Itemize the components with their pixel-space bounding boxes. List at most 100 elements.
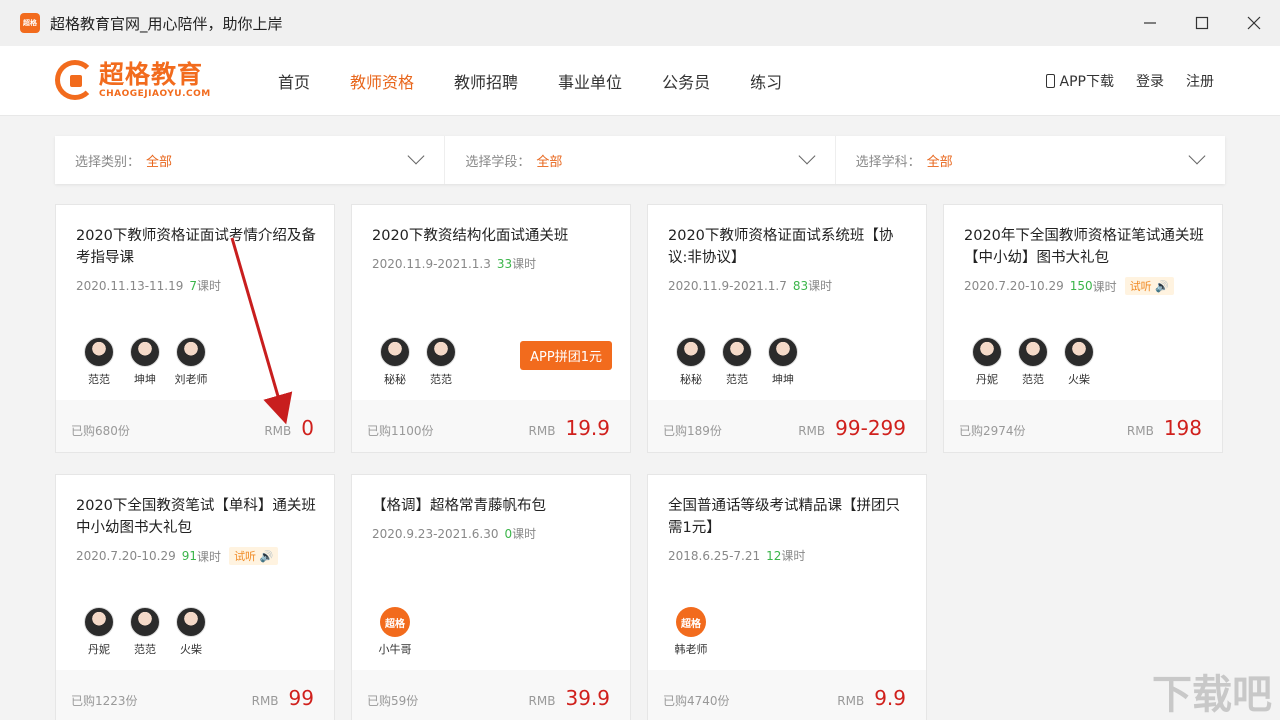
teacher[interactable]: 范范	[714, 337, 760, 387]
sold-count: 已购4740份	[663, 694, 730, 708]
course-card[interactable]: 2020下教资结构化面试通关班 2020.11.9-2021.1.3 33 课时…	[351, 204, 631, 453]
teacher[interactable]: 刘老师	[168, 337, 214, 387]
course-meta: 2020.11.13-11.19 7 课时	[76, 277, 221, 294]
course-card[interactable]: 2020年下全国教师资格证笔试通关班【中小幼】图书大礼包 2020.7.20-1…	[943, 204, 1223, 453]
course-title[interactable]: 2020下教资结构化面试通关班	[372, 225, 614, 247]
window-controls	[1124, 0, 1280, 46]
nav-item-teacher-qualification[interactable]: 教师资格	[350, 69, 414, 93]
teacher[interactable]: 秘秘	[668, 337, 714, 387]
card-footer: 已购59份 RMB 39.9	[352, 670, 630, 720]
filter-category[interactable]: 选择类别： 全部	[55, 136, 446, 184]
filter-label: 选择学科：	[855, 154, 921, 170]
teacher[interactable]: 秘秘	[372, 337, 418, 387]
lesson-count: 150	[1069, 279, 1093, 293]
course-meta: 2018.6.25-7.21 12 课时	[668, 547, 805, 564]
course-title[interactable]: 2020下全国教资笔试【单科】通关班中小幼图书大礼包	[76, 495, 318, 539]
card-footer: 已购680份 RMB 0	[56, 400, 334, 452]
filter-label: 选择类别：	[75, 154, 141, 170]
window-title: 超格教育官网_用心陪伴，助你上岸	[50, 14, 283, 33]
logo-mark-icon	[55, 60, 95, 100]
course-title[interactable]: 2020年下全国教师资格证笔试通关班【中小幼】图书大礼包	[964, 225, 1206, 269]
maximize-button[interactable]	[1176, 0, 1228, 46]
course-card[interactable]: 2020下教师资格证面试考情介绍及备考指导课 2020.11.13-11.19 …	[55, 204, 335, 453]
course-card[interactable]: 2020下全国教资笔试【单科】通关班中小幼图书大礼包 2020.7.20-10.…	[55, 474, 335, 720]
nav-item-teacher-recruitment[interactable]: 教师招聘	[454, 69, 518, 93]
lesson-unit: 课时	[197, 549, 222, 564]
course-card[interactable]: 2020下教师资格证面试系统班【协议:非协议】 2020.11.9-2021.1…	[647, 204, 927, 453]
currency-label: RMB	[1126, 424, 1154, 438]
nav-item-practice[interactable]: 练习	[750, 69, 782, 93]
teacher[interactable]: 坤坤	[122, 337, 168, 387]
sold-count: 已购59份	[367, 694, 419, 708]
price: RMB 99	[252, 686, 314, 710]
lesson-count: 91	[181, 549, 198, 563]
price: RMB 0	[264, 416, 314, 440]
filter-stage[interactable]: 选择学段： 全部	[445, 136, 836, 184]
nav-item-civil-servant[interactable]: 公务员	[662, 69, 710, 93]
teacher[interactable]: 超格 韩老师	[668, 607, 714, 657]
course-date: 2020.11.9-2021.1.3	[372, 256, 491, 271]
currency-label: RMB	[837, 694, 865, 708]
course-title[interactable]: 2020下教师资格证面试系统班【协议:非协议】	[668, 225, 910, 269]
teacher[interactable]: 火柴	[168, 607, 214, 657]
filter-value: 全部	[146, 154, 173, 170]
teacher[interactable]: 范范	[1010, 337, 1056, 387]
teacher-list: 秘秘 范范	[372, 337, 464, 387]
nav-item-public-institution[interactable]: 事业单位	[558, 69, 622, 93]
watermark: 下载吧	[1152, 672, 1272, 718]
price-value: 0	[301, 416, 314, 440]
app-icon: 超格	[20, 13, 40, 33]
teacher-list: 范范 坤坤 刘老师	[76, 337, 214, 387]
card-footer: 已购189份 RMB 99-299	[648, 400, 926, 452]
avatar	[722, 337, 752, 367]
currency-label: RMB	[264, 424, 292, 438]
site-logo[interactable]: 超格教育 CHAOGEJIAOYU.COM	[55, 60, 211, 100]
teacher[interactable]: 范范	[122, 607, 168, 657]
window-titlebar: 超格 超格教育官网_用心陪伴，助你上岸	[0, 0, 1280, 46]
logo-text-cn: 超格教育	[99, 60, 204, 89]
price-value: 9.9	[874, 686, 906, 710]
card-footer: 已购1100份 RMB 19.9	[352, 400, 630, 452]
lesson-unit: 课时	[197, 279, 222, 293]
course-card[interactable]: 全国普通话等级考试精品课【拼团只需1元】 2018.6.25-7.21 12 课…	[647, 474, 927, 720]
course-title[interactable]: 2020下教师资格证面试考情介绍及备考指导课	[76, 225, 318, 269]
teacher-name: 秘秘	[384, 373, 406, 386]
trial-badge[interactable]: 试听 🔊	[229, 547, 279, 565]
login-link[interactable]: 登录	[1136, 71, 1164, 91]
filter-value: 全部	[926, 154, 953, 170]
minimize-icon	[1144, 22, 1156, 24]
lesson-unit: 课时	[781, 549, 806, 563]
app-download-link[interactable]: APP下载	[1045, 71, 1114, 91]
teacher[interactable]: 范范	[418, 337, 464, 387]
trial-badge[interactable]: 试听 🔊	[1124, 277, 1174, 295]
teacher[interactable]: 丹妮	[76, 607, 122, 657]
minimize-button[interactable]	[1124, 0, 1176, 46]
avatar: 超格	[380, 607, 410, 637]
price-value: 99	[288, 686, 314, 710]
logo-text-en: CHAOGEJIAOYU.COM	[99, 89, 211, 99]
teacher[interactable]: 火柴	[1056, 337, 1102, 387]
close-button[interactable]	[1228, 0, 1280, 46]
teacher[interactable]: 坤坤	[760, 337, 806, 387]
promo-button[interactable]: APP拼团1元	[520, 341, 612, 370]
teacher[interactable]: 丹妮	[964, 337, 1010, 387]
course-date: 2020.11.13-11.19	[76, 278, 184, 293]
lesson-unit: 课时	[1092, 279, 1117, 294]
avatar	[130, 607, 160, 637]
teacher-list: 超格 韩老师	[668, 607, 714, 657]
avatar	[380, 337, 410, 367]
nav-item-home[interactable]: 首页	[278, 69, 310, 93]
close-icon	[1247, 16, 1261, 30]
teacher-name: 坤坤	[134, 373, 156, 386]
filter-subject[interactable]: 选择学科： 全部	[836, 136, 1225, 184]
course-title[interactable]: 【格调】超格常青藤帆布包	[372, 495, 614, 517]
teacher[interactable]: 范范	[76, 337, 122, 387]
register-link[interactable]: 注册	[1186, 71, 1214, 91]
course-meta: 2020.11.9-2021.1.3 33 课时	[372, 255, 536, 272]
teacher-name: 范范	[726, 373, 748, 386]
course-title[interactable]: 全国普通话等级考试精品课【拼团只需1元】	[668, 495, 910, 539]
card-footer: 已购4740份 RMB 9.9	[648, 670, 926, 720]
course-card[interactable]: 【格调】超格常青藤帆布包 2020.9.23-2021.6.30 0 课时 超格…	[351, 474, 631, 720]
teacher[interactable]: 超格 小牛哥	[372, 607, 418, 657]
teacher-name: 刘老师	[174, 373, 208, 386]
